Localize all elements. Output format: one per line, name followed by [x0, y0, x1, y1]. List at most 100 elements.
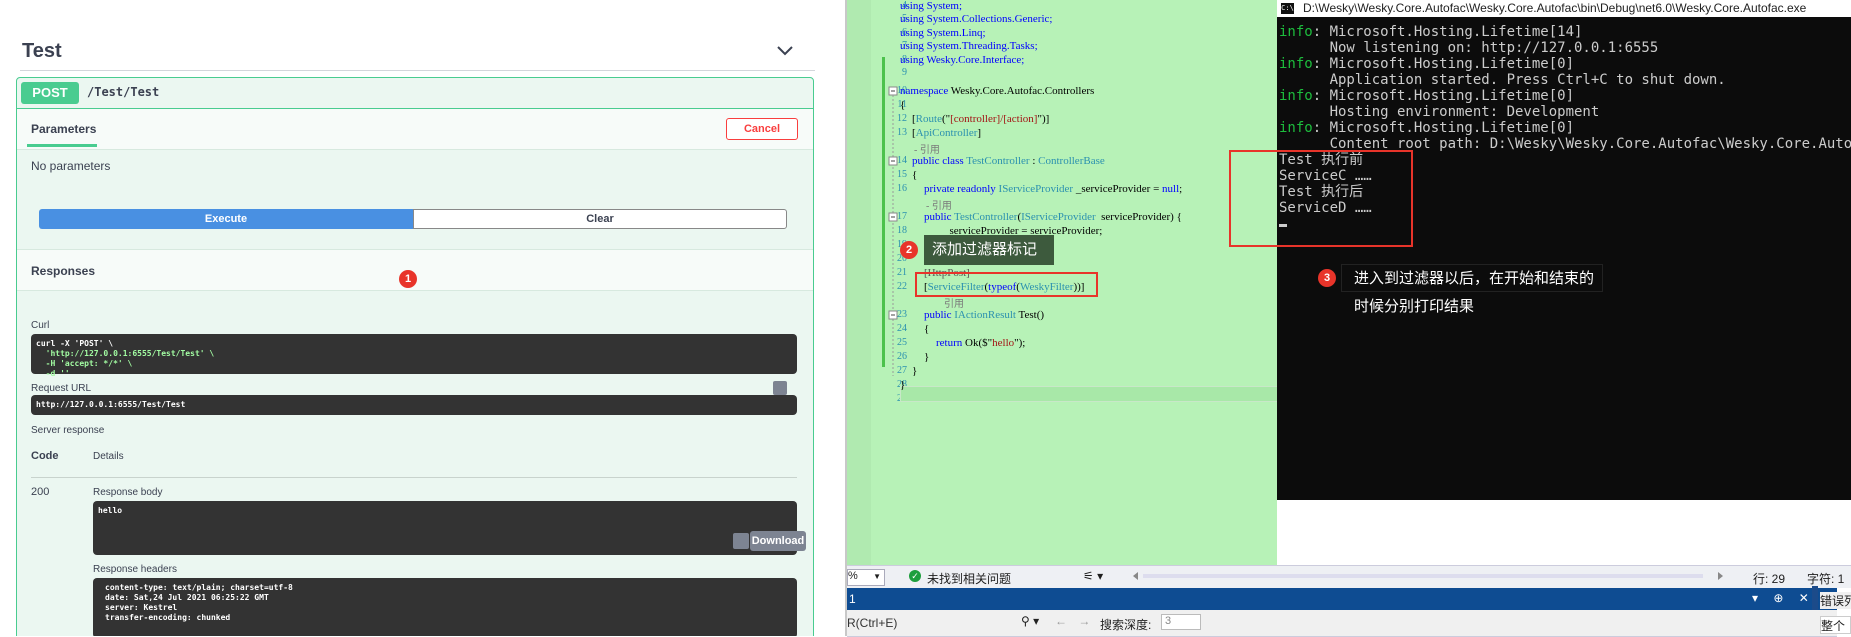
curl-line: -H 'accept: */*' \ — [36, 359, 133, 368]
code-line: using Wesky.Core.Interface; — [900, 54, 1025, 66]
curl-line: -d '' — [36, 369, 70, 378]
responses-title: Responses — [31, 264, 96, 278]
response-headers-label: Response headers — [93, 564, 177, 575]
tool-window-title: 1 — [849, 592, 856, 606]
copy-icon[interactable] — [773, 381, 787, 395]
request-url-value: http://127.0.0.1:6555/Test/Test — [36, 400, 186, 409]
error-list-scope-select[interactable]: 整个 — [1820, 616, 1851, 634]
code-line: [ApiController] — [912, 127, 982, 139]
tab-parameters[interactable]: Parameters — [31, 122, 96, 136]
error-list-tab[interactable]: 错误列 — [1820, 592, 1851, 609]
response-body-box: hello — [93, 501, 797, 555]
code-line: using System.Threading.Tasks; — [900, 40, 1038, 52]
horizontal-scrollbar[interactable] — [1133, 572, 1723, 580]
code-line: public IActionResult Test() — [924, 309, 1045, 321]
console-line: info: Microsoft.Hosting.Lifetime[0] — [1279, 120, 1575, 136]
operation-path: /Test/Test — [87, 85, 160, 99]
nav-arrows-icon[interactable]: ← → — [1055, 614, 1094, 628]
cursor-column: 字符: 1 — [1807, 572, 1845, 586]
cancel-button[interactable]: Cancel — [726, 118, 798, 140]
cleanup-brush-icon[interactable]: ⚟ ▾ — [1083, 569, 1103, 583]
console-line: Hosting environment: Development — [1279, 104, 1600, 120]
console-titlebar[interactable]: C:\ D:\Wesky\Wesky.Core.Autofac\Wesky.Co… — [1277, 0, 1851, 17]
response-body-value: hello — [98, 506, 123, 515]
code-line: namespace Wesky.Core.Autofac.Controllers — [900, 85, 1095, 97]
console-title: D:\Wesky\Wesky.Core.Autofac\Wesky.Core.A… — [1303, 1, 1807, 15]
response-headers-box: content-type: text/plain; charset=utf-8 … — [93, 578, 797, 636]
section-title[interactable]: Test — [22, 40, 62, 63]
code-line: private readonly IServiceProvider _servi… — [924, 183, 1183, 195]
step-badge-1: 1 — [399, 270, 417, 288]
console-line: Now listening on: http://127.0.0.1:6555 — [1279, 40, 1659, 56]
console-window[interactable]: C:\ D:\Wesky\Wesky.Core.Autofac\Wesky.Co… — [1277, 0, 1851, 500]
copy-icon[interactable] — [733, 533, 749, 549]
tab-underline — [27, 144, 97, 147]
codelens-references[interactable]: - 引用 — [926, 197, 952, 212]
search-input[interactable]: R(Ctrl+E) — [847, 616, 897, 630]
header-line: date: Sat,24 Jul 2021 06:25:22 GMT — [105, 593, 269, 602]
code-line: return Ok($"hello"); — [936, 337, 1026, 349]
code-line: } — [900, 379, 906, 391]
console-line: info: Microsoft.Hosting.Lifetime[0] — [1279, 88, 1575, 104]
cursor-line: 行: 29 — [1753, 572, 1786, 586]
code-column-header: Code — [31, 450, 59, 462]
download-button[interactable]: Download — [750, 531, 806, 551]
curl-label: Curl — [31, 320, 50, 331]
divider — [20, 70, 815, 71]
code-line: public TestController(IServiceProvider s… — [924, 211, 1182, 223]
execute-button[interactable]: Execute — [39, 209, 413, 229]
code-line: using System.Collections.Generic; — [900, 13, 1053, 25]
step-badge-2: 2 — [900, 241, 918, 259]
operation-summary[interactable]: POST /Test/Test — [17, 78, 813, 109]
console-line: info: Microsoft.Hosting.Lifetime[0] — [1279, 56, 1575, 72]
no-parameters-text: No parameters — [31, 159, 111, 173]
annotation-add-filter: 添加过滤器标记 — [924, 235, 1054, 265]
divider — [31, 477, 797, 478]
editor-status-bar: % ▼ ✓ 未找到相关问题 ⚟ ▾ 行: 29 字符: 1 — [847, 565, 1851, 588]
code-line: { — [924, 323, 930, 335]
code-line: } — [912, 365, 918, 377]
header-line: transfer-encoding: chunked — [105, 613, 231, 622]
code-line: { — [900, 99, 906, 111]
curl-code-box: curl -X 'POST' \ 'http://127.0.0.1:6555/… — [31, 334, 797, 378]
codelens-references[interactable]: 引用 — [944, 295, 964, 310]
code-line: { — [912, 169, 918, 181]
console-output-highlight — [1229, 150, 1413, 247]
code-line: [Route("[controller]/[action]")] — [912, 113, 1050, 125]
issues-status[interactable]: 未找到相关问题 — [927, 570, 1011, 587]
step-badge-3: 3 — [1318, 269, 1336, 287]
header-line: content-type: text/plain; charset=utf-8 — [105, 583, 293, 592]
service-filter-highlight — [915, 272, 1098, 297]
status-code: 200 — [31, 486, 50, 498]
code-line: using System.Linq; — [900, 27, 986, 39]
tool-window-header[interactable]: 1 ▾ ⊕ ✕ — [847, 588, 1837, 610]
clear-button[interactable]: Clear — [413, 209, 787, 229]
console-line: Application started. Press Ctrl+C to shu… — [1279, 72, 1726, 88]
request-url-label: Request URL — [31, 383, 92, 394]
console-line: info: Microsoft.Hosting.Lifetime[14] — [1279, 24, 1583, 40]
annotation-filter-output: 进入到过滤器以后，在开始和结束的时候分别打印结果 — [1341, 264, 1603, 315]
header-line: server: Kestrel — [105, 603, 178, 612]
code-line: public class TestController : Controller… — [912, 155, 1105, 167]
console-app-icon: C:\ — [1281, 3, 1294, 14]
code-text-area[interactable]: using System; using System.Collections.G… — [900, 0, 1280, 430]
details-column-header: Details — [93, 451, 124, 462]
outline-collapse-markers[interactable] — [888, 86, 900, 386]
request-url-box: http://127.0.0.1:6555/Test/Test — [31, 395, 797, 415]
curl-line: 'http://127.0.0.1:6555/Test/Test' \ — [36, 349, 215, 358]
search-depth-select[interactable]: 3 — [1161, 614, 1201, 630]
tool-window-controls[interactable]: ▾ ⊕ ✕ — [1752, 591, 1815, 605]
tool-window-toolbar: R(Ctrl+E) ⚲ ▾ ← → 搜索深度: 3 — [847, 610, 1837, 637]
parameters-header: Parameters Cancel — [17, 109, 813, 150]
swagger-panel: Test POST /Test/Test Parameters Cancel N… — [0, 0, 845, 636]
check-circle-icon: ✓ — [909, 570, 921, 582]
search-icon[interactable]: ⚲ ▾ — [1021, 614, 1039, 628]
method-badge: POST — [21, 82, 79, 104]
server-response-label: Server response — [31, 425, 105, 436]
chevron-down-icon[interactable] — [776, 44, 794, 58]
response-body-label: Response body — [93, 487, 163, 498]
codelens-references[interactable]: - 引用 — [914, 141, 940, 156]
curl-line: curl -X 'POST' \ — [36, 339, 114, 348]
code-line: } — [924, 351, 930, 363]
zoom-dropdown[interactable]: % ▼ — [847, 569, 885, 586]
